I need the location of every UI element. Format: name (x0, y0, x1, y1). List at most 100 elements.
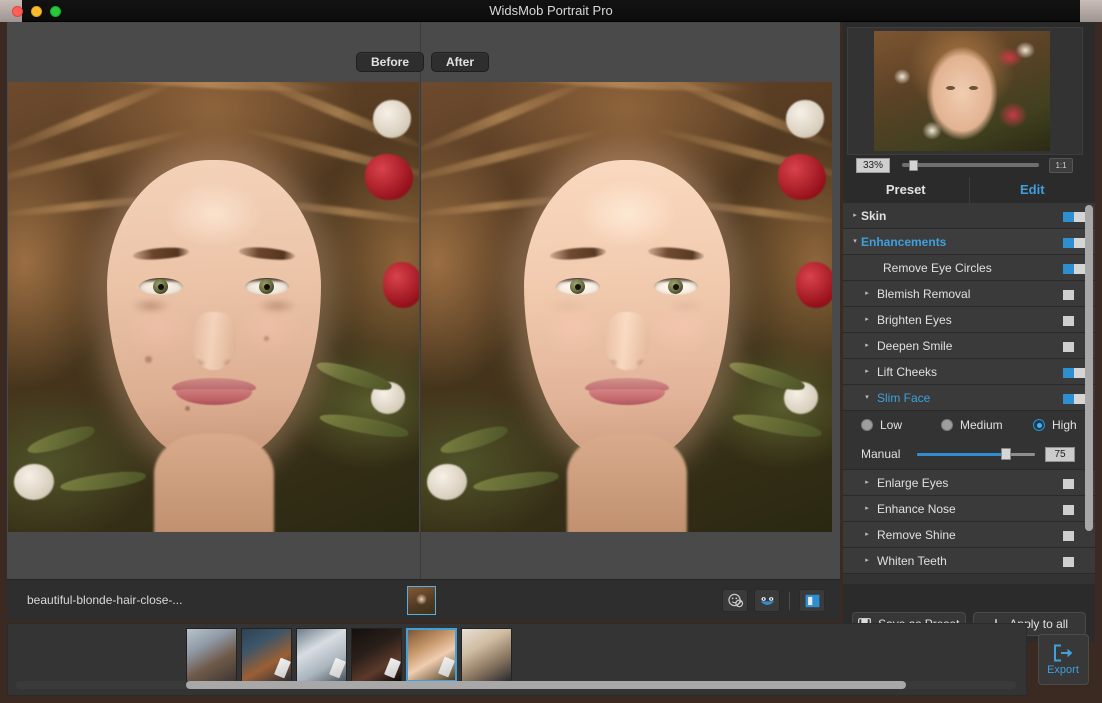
option-label-blemish-removal: Blemish Removal (877, 286, 971, 301)
option-toggle-enlarge-eyes[interactable] (1063, 479, 1085, 489)
list-item[interactable] (351, 628, 402, 682)
option-toggle-enhancements[interactable] (1063, 238, 1085, 248)
option-toggle-whiten-teeth[interactable] (1063, 557, 1085, 567)
option-toggle-slim-face[interactable] (1063, 394, 1085, 404)
option-row-slim-face[interactable]: ▾ Slim Face (843, 385, 1095, 411)
chevron-down-icon[interactable]: ▾ (861, 394, 873, 401)
option-row-whiten-teeth[interactable]: ▸ Whiten Teeth (843, 548, 1095, 574)
edited-badge (384, 657, 401, 679)
radio-high-indicator[interactable] (1033, 419, 1045, 431)
zoom-slider-thumb[interactable] (908, 160, 918, 171)
list-item-selected[interactable] (406, 628, 457, 682)
option-label-brighten-eyes: Brighten Eyes (877, 312, 952, 327)
option-toggle-blemish-removal[interactable] (1063, 290, 1085, 300)
option-row-enlarge-eyes[interactable]: ▸ Enlarge Eyes (843, 470, 1095, 496)
option-toggle-deepen-smile[interactable] (1063, 342, 1085, 352)
navigator-face-eyes (946, 86, 978, 91)
no-face-icon (727, 593, 743, 608)
edited-badge (274, 657, 291, 679)
radio-high-label: High (1052, 418, 1077, 432)
radio-low-label: Low (880, 418, 903, 432)
zoom-control-row: 33% 1:1 (847, 155, 1083, 175)
chevron-right-icon[interactable]: ▸ (861, 531, 873, 538)
radio-medium-indicator[interactable] (941, 419, 953, 431)
option-toggle-skin[interactable] (1063, 212, 1085, 222)
chevron-right-icon[interactable]: ▸ (861, 368, 873, 375)
option-row-remove-shine[interactable]: ▸ Remove Shine (843, 522, 1095, 548)
neck (153, 434, 274, 532)
chevron-right-icon[interactable]: ▸ (861, 557, 873, 564)
filmstrip-scrollbar-thumb[interactable] (186, 681, 906, 689)
radio-low-indicator[interactable] (861, 419, 873, 431)
white-rose (427, 464, 467, 500)
chevron-right-icon[interactable]: ▸ (861, 342, 873, 349)
option-label-skin: Skin (861, 208, 887, 223)
current-image-thumbnail[interactable] (407, 586, 436, 615)
zoom-slider[interactable] (902, 158, 1039, 172)
option-row-enhancements[interactable]: ▾ Enhancements (843, 229, 1095, 255)
edited-badge (329, 657, 346, 679)
eye-circle-right (256, 298, 297, 314)
option-row-lift-cheeks[interactable]: ▸ Lift Cheeks (843, 359, 1095, 385)
fit-one-to-one-button[interactable]: 1:1 (1049, 157, 1073, 173)
face-detect-button[interactable] (754, 589, 780, 612)
eye-left (138, 278, 183, 295)
after-button[interactable]: After (431, 52, 490, 72)
chevron-down-icon[interactable]: ▾ (849, 238, 861, 245)
chevron-right-icon[interactable]: ▸ (861, 505, 873, 512)
radio-high[interactable]: High (1033, 418, 1077, 432)
options-scrollbar-thumb[interactable] (1085, 205, 1093, 531)
blemish (263, 336, 269, 341)
filmstrip-scrollbar[interactable] (16, 681, 1016, 689)
option-toggle-lift-cheeks[interactable] (1063, 368, 1085, 378)
manual-slider[interactable] (917, 447, 1035, 461)
radio-medium[interactable]: Medium (941, 418, 1033, 432)
option-toggle-remove-shine[interactable] (1063, 531, 1085, 541)
option-toggle-brighten-eyes[interactable] (1063, 316, 1085, 326)
option-row-blemish-removal[interactable]: ▸ Blemish Removal (843, 281, 1095, 307)
option-label-remove-eye-circles: Remove Eye Circles (883, 260, 992, 275)
radio-low[interactable]: Low (861, 418, 941, 432)
after-preview[interactable] (421, 82, 832, 532)
list-item[interactable] (296, 628, 347, 682)
list-item[interactable] (241, 628, 292, 682)
no-face-button[interactable] (722, 589, 748, 612)
option-toggle-enhance-nose[interactable] (1063, 505, 1085, 515)
option-toggle-remove-eye-circles[interactable] (1063, 264, 1085, 274)
chevron-right-icon[interactable]: ▸ (861, 290, 873, 297)
chevron-right-icon[interactable]: ▸ (861, 316, 873, 323)
option-row-brighten-eyes[interactable]: ▸ Brighten Eyes (843, 307, 1095, 333)
option-row-enhance-nose[interactable]: ▸ Enhance Nose (843, 496, 1095, 522)
navigator-preview[interactable] (847, 27, 1083, 155)
chevron-right-icon[interactable]: ▸ (861, 479, 873, 486)
lips (584, 378, 669, 406)
manual-value-field[interactable]: 75 (1045, 446, 1075, 462)
before-photo (8, 82, 419, 532)
export-button[interactable]: Export (1037, 634, 1089, 685)
before-button[interactable]: Before (356, 52, 425, 72)
lips (171, 378, 256, 406)
iris (259, 279, 274, 294)
list-item[interactable] (186, 628, 237, 682)
options-scrollbar[interactable] (1085, 205, 1093, 582)
option-row-remove-eye-circles[interactable]: Remove Eye Circles (843, 255, 1095, 281)
option-row-skin[interactable]: ▸ Skin (843, 203, 1095, 229)
manual-slider-thumb[interactable] (1000, 448, 1011, 460)
manual-slider-fill (917, 453, 1006, 456)
list-item[interactable] (461, 628, 512, 682)
tab-edit[interactable]: Edit (968, 177, 1095, 203)
option-row-deepen-smile[interactable]: ▸ Deepen Smile (843, 333, 1095, 359)
chevron-right-icon[interactable]: ▸ (849, 212, 861, 219)
lower-lip (175, 389, 252, 405)
iris (153, 279, 168, 294)
eye-right (653, 278, 698, 295)
before-preview[interactable] (8, 82, 419, 532)
split-view-button[interactable] (799, 589, 825, 612)
blemish (184, 406, 190, 411)
icon-divider (789, 591, 790, 610)
eye-circle-left (547, 298, 588, 314)
eyebrow-right (238, 245, 295, 262)
tab-preset[interactable]: Preset (843, 177, 969, 203)
zoom-value-field[interactable]: 33% (856, 157, 890, 173)
compare-toggle-row: Before After (7, 52, 840, 74)
